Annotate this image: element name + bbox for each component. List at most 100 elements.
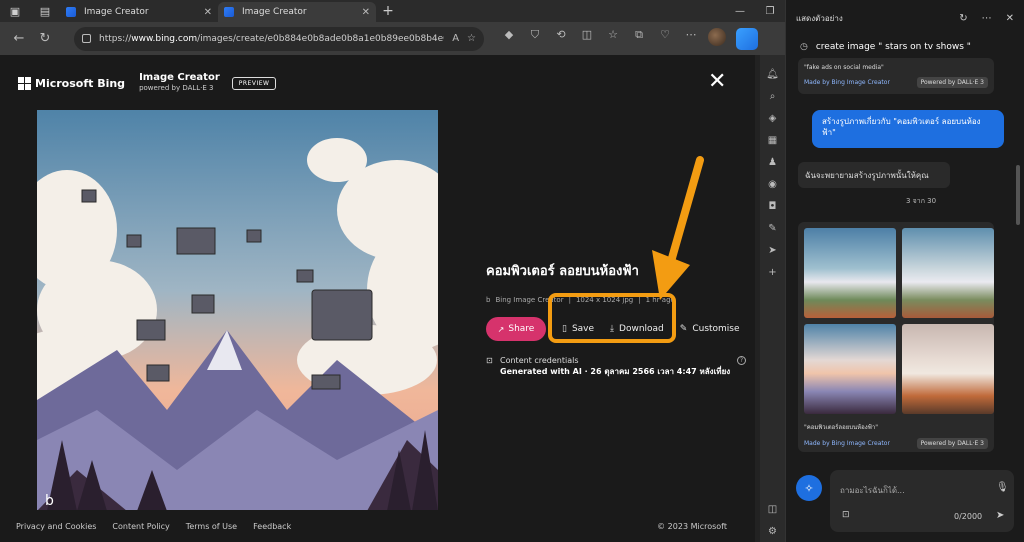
split-screen-icon[interactable]: ◫ [574,28,600,49]
extension-icon[interactable]: ◆ [496,28,522,49]
performance-icon[interactable]: ♡ [652,28,678,49]
arrow-annotation-icon [652,156,704,300]
close-tab-icon[interactable]: ✕ [362,7,370,18]
copilot-topic[interactable]: ◷ create image " stars on tv shows " [786,36,1024,58]
back-icon[interactable]: ← [6,26,32,52]
card-quote: "fake ads on social media" [804,64,884,71]
refresh-icon[interactable]: ↻ [32,26,58,52]
new-tab-icon[interactable]: + [376,3,400,19]
made-by-link[interactable]: Made by Bing Image Creator [804,79,890,86]
outlook-icon[interactable]: ◘ [769,195,777,217]
generated-image: b [37,110,438,511]
footer-link-feedback[interactable]: Feedback [253,522,291,531]
workspaces-icon[interactable]: ▣ [0,0,30,22]
share-button[interactable]: ↗ Share [486,317,546,341]
send-icon[interactable]: ➤ [768,239,776,261]
copilot-scrollbar[interactable] [1016,165,1020,225]
brush-icon: ✎ [679,324,688,334]
send-icon[interactable]: ➤ [996,510,1004,521]
tab-strip: ▣ ▤ Image Creator ✕ Image Creator ✕ + — … [0,0,785,22]
microsoft-logo-icon [18,77,31,90]
new-topic-button[interactable]: ✧ [796,475,822,501]
footer-link-content-policy[interactable]: Content Policy [112,522,169,531]
copilot-header-label: แสดงตัวอย่าง [796,13,843,23]
previous-image-card: "fake ads on social media" Made by Bing … [798,58,994,94]
bot-message: ฉันจะพยายามสร้างรูปภาพนั้นให้คุณ [798,162,950,188]
favorites-icon[interactable]: ☆ [600,28,626,49]
url-text: https://www.bing.com/images/create/e0b88… [99,33,445,44]
copilot-sidebar: แสดงตัวอย่าง ↻ ⋯ ✕ ◷ create image " star… [785,0,1024,542]
powered-by-badge: Powered by DALL·E 3 [916,438,988,449]
minimize-icon[interactable]: — [725,6,755,17]
product-name: Image Creator [139,72,220,83]
powered-by-badge: Powered by DALL·E 3 [916,77,988,88]
copyright: © 2023 Microsoft [657,521,727,531]
history-icon: ◷ [800,42,808,52]
message-counter: 3 จาก 30 [906,197,937,205]
chat-input-area[interactable]: ถามอะไรฉันก็ได้... 🎙︎ ⊡ 0/2000 ➤ [830,470,1014,532]
close-tab-icon[interactable]: ✕ [204,7,212,18]
help-icon[interactable]: ? [737,356,746,365]
sync-icon[interactable]: ⟲ [548,28,574,49]
tab-actions-icon[interactable]: ▤ [30,0,60,22]
preview-badge: PREVIEW [231,76,277,90]
profile-avatar[interactable] [704,28,730,49]
more-icon[interactable]: ⋯ [678,28,704,49]
credentials-icon: ⊡ [486,356,493,365]
read-aloud-icon[interactable]: A [452,33,459,44]
circle-app-icon[interactable]: ◉ [768,173,777,195]
maximize-icon[interactable]: ❐ [755,6,785,17]
chat-input-placeholder[interactable]: ถามอะไรฉันก็ได้... [840,484,905,497]
close-icon[interactable]: ✕ [1006,13,1014,24]
people-icon[interactable]: ♟ [768,151,777,173]
copilot-icon[interactable] [736,27,758,50]
bing-favicon-icon [66,7,76,17]
share-icon: ↗ [497,324,505,334]
image-title: คอมพิวเตอร์ ลอยบนห้องฟ้า [486,264,639,279]
bing-header: Microsoft Bing Image Creator powered by … [18,73,277,93]
shield-icon[interactable]: ⛉ [522,28,548,49]
customise-button[interactable]: ✎ Customise [680,324,740,334]
footer-link-privacy[interactable]: Privacy and Cookies [16,522,96,531]
page-content: Microsoft Bing Image Creator powered by … [0,55,760,542]
tab-image-creator-2[interactable]: Image Creator ✕ [218,2,376,22]
sidebar-toggle-icon[interactable]: ◫ [768,498,777,520]
microphone-icon[interactable]: 🎙︎ [996,482,1009,493]
tools-icon[interactable]: ▦ [768,129,777,151]
bing-watermark-icon: b [45,493,54,509]
notification-icon[interactable]: 🔔︎ [766,63,779,85]
bing-small-icon: b [486,296,491,304]
thumbnail-3[interactable] [804,324,896,414]
window-controls: — ❐ [725,6,785,17]
add-icon[interactable]: + [768,261,776,283]
close-modal-icon[interactable]: ✕ [708,69,726,94]
search-icon[interactable]: ⌕ [770,85,776,107]
tab-image-creator-1[interactable]: Image Creator ✕ [60,2,218,22]
thumbnail-4[interactable] [902,324,994,414]
user-message: สร้างรูปภาพเกี่ยวกับ "คอมพิวเตอร์ ลอยบนห… [812,110,1004,148]
image-detail-modal: Microsoft Bing Image Creator powered by … [0,55,755,542]
credentials-title: Content credentials [500,356,579,365]
tag-icon[interactable]: ◈ [769,107,777,129]
thumbnail-1[interactable] [804,228,896,318]
refresh-icon[interactable]: ↻ [959,13,967,24]
edge-sidebar-rail: 🔔︎ ⌕ ◈ ▦ ♟ ◉ ◘ ✎ ➤ + ◫ ⚙ [760,55,785,542]
brand-name: Microsoft Bing [35,76,126,90]
toolbar-icons: ◆ ⛉ ⟲ ◫ ☆ ⧉ ♡ ⋯ [496,28,730,49]
settings-gear-icon[interactable]: ⚙ [768,520,777,542]
thumbnail-2[interactable] [902,228,994,318]
made-by-link[interactable]: Made by Bing Image Creator [804,440,890,447]
image-scan-icon[interactable]: ⊡ [842,510,850,520]
footer-link-terms[interactable]: Terms of Use [186,522,237,531]
product-block: Image Creator powered by DALL·E 3 [139,73,220,93]
more-icon[interactable]: ⋯ [982,13,992,24]
bing-favicon-icon [224,7,234,17]
collections-icon[interactable]: ⧉ [626,28,652,49]
credentials-detail: Generated with AI · 26 ตุลาคม 2566 เวลา … [500,367,731,376]
edit-icon[interactable]: ✎ [768,217,776,239]
favorite-star-icon[interactable]: ☆ [467,33,476,44]
address-bar[interactable]: https://www.bing.com/images/create/e0b88… [74,26,484,51]
char-counter: 0/2000 [954,512,983,521]
powered-by: powered by DALL·E 3 [139,84,214,92]
lock-icon [82,34,91,43]
